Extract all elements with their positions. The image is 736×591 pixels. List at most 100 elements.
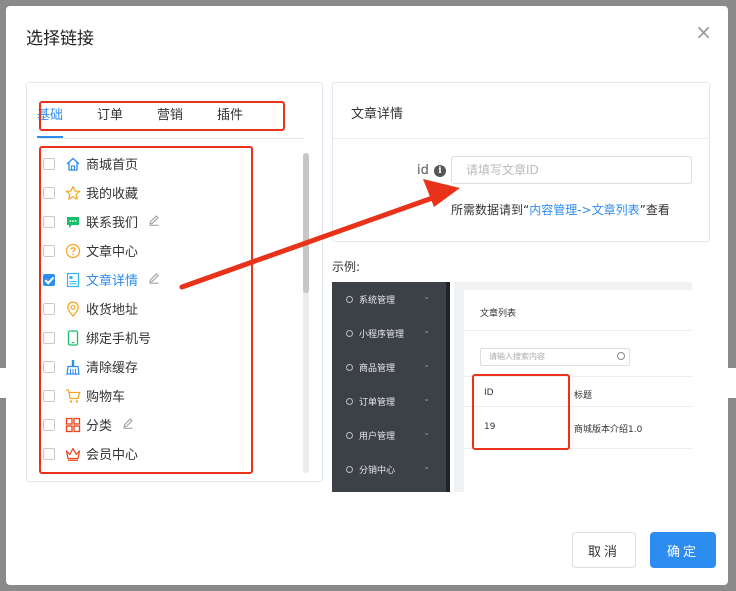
star-icon bbox=[64, 184, 82, 202]
location-icon bbox=[64, 300, 82, 318]
confirm-button[interactable]: 确定 bbox=[650, 532, 716, 568]
example-panel: 文章列表 请输入搜索内容 ID 标题 19 商城版本介绍1.0 bbox=[464, 290, 692, 492]
list-scrollbar[interactable] bbox=[303, 153, 309, 473]
example-nav-label: 小程序管理 bbox=[359, 329, 405, 340]
tabs-highlight-box bbox=[39, 101, 285, 131]
link-item-label: 绑定手机号 bbox=[86, 332, 152, 347]
example-nav-item: 商品管理 ⌄ bbox=[332, 350, 446, 384]
nav-bulb-icon bbox=[346, 397, 353, 405]
article-icon bbox=[64, 271, 82, 289]
link-item-label: 购物车 bbox=[86, 390, 126, 405]
example-nav-label: 用户管理 bbox=[359, 431, 396, 442]
hint-prefix: 所需数据请到“ bbox=[451, 203, 530, 217]
scrollbar-thumb[interactable] bbox=[303, 153, 309, 293]
example-nav-label: 订单管理 bbox=[359, 397, 396, 408]
nav-bulb-icon bbox=[346, 329, 353, 337]
example-cell-title: 商城版本介绍1.0 bbox=[574, 425, 643, 435]
link-item-label: 清除缓存 bbox=[86, 361, 139, 376]
link-checkbox[interactable] bbox=[43, 389, 55, 402]
example-sidebar: 系统管理 ⌄ 小程序管理 ⌄ 商品管理 ⌄ 订单管理 ⌄ 用户管理 ⌄ 分销中心 ⌄ bbox=[332, 282, 450, 492]
nav-bulb-icon bbox=[346, 295, 353, 303]
example-nav-item: 订单管理 ⌄ bbox=[332, 384, 446, 418]
info-icon[interactable]: i bbox=[434, 165, 446, 177]
cart-icon bbox=[64, 387, 82, 405]
link-item[interactable]: 会员中心 bbox=[43, 439, 288, 468]
link-item[interactable]: 文章详情 bbox=[43, 265, 288, 294]
broom-icon bbox=[64, 358, 82, 376]
link-item[interactable]: 购物车 bbox=[43, 381, 288, 410]
home-icon bbox=[64, 155, 82, 173]
link-item[interactable]: 分类 bbox=[43, 410, 288, 439]
chevron-down-icon: ⌄ bbox=[423, 360, 430, 369]
edit-icon[interactable] bbox=[122, 417, 134, 432]
link-list: 商城首页我的收藏联系我们文章中心文章详情收货地址绑定手机号清除缓存购物车分类会员… bbox=[43, 149, 288, 468]
data-source-hint: 所需数据请到“内容管理->文章列表”查看 bbox=[451, 201, 670, 218]
link-item-label: 收货地址 bbox=[86, 303, 139, 318]
link-item[interactable]: 文章中心 bbox=[43, 236, 288, 265]
nav-bulb-icon bbox=[346, 363, 353, 371]
dialog-title: 选择链接 bbox=[26, 29, 94, 49]
link-item[interactable]: 商城首页 bbox=[43, 149, 288, 178]
example-nav-item: 系统管理 ⌄ bbox=[332, 282, 446, 316]
search-icon bbox=[617, 352, 625, 360]
example-nav-item: 分销中心 ⌄ bbox=[332, 452, 446, 486]
link-checkbox[interactable] bbox=[43, 447, 55, 460]
question-icon bbox=[64, 242, 82, 260]
example-panel-title: 文章列表 bbox=[480, 309, 517, 319]
link-checkbox[interactable] bbox=[43, 273, 55, 286]
link-item[interactable]: 我的收藏 bbox=[43, 178, 288, 207]
chevron-down-icon: ⌄ bbox=[423, 394, 430, 403]
link-checkbox[interactable] bbox=[43, 418, 55, 431]
link-checkbox[interactable] bbox=[43, 244, 55, 257]
example-col-title: 标题 bbox=[574, 391, 593, 401]
close-icon[interactable]: × bbox=[695, 22, 712, 42]
example-screenshot: 系统管理 ⌄ 小程序管理 ⌄ 商品管理 ⌄ 订单管理 ⌄ 用户管理 ⌄ 分销中心 ⌄ 文章列表 请输入… bbox=[332, 282, 692, 492]
example-main: 文章列表 请输入搜索内容 ID 标题 19 商城版本介绍1.0 bbox=[454, 282, 692, 492]
link-item-label: 文章中心 bbox=[86, 245, 139, 260]
tabs-divider bbox=[39, 138, 305, 139]
link-checkbox[interactable] bbox=[43, 331, 55, 344]
link-checkbox[interactable] bbox=[43, 157, 55, 170]
nav-bulb-icon bbox=[346, 431, 353, 439]
chevron-down-icon: ⌄ bbox=[423, 462, 430, 471]
detail-divider bbox=[333, 138, 709, 139]
crown-icon bbox=[64, 445, 82, 463]
edit-icon[interactable] bbox=[148, 272, 160, 287]
link-item[interactable]: 收货地址 bbox=[43, 294, 288, 323]
link-item[interactable]: 绑定手机号 bbox=[43, 323, 288, 352]
link-checkbox[interactable] bbox=[43, 360, 55, 373]
link-item[interactable]: 联系我们 bbox=[43, 207, 288, 236]
link-item-label: 联系我们 bbox=[86, 216, 139, 231]
example-nav-label: 系统管理 bbox=[359, 295, 396, 306]
article-list-link[interactable]: 内容管理->文章列表 bbox=[529, 203, 639, 217]
link-item[interactable]: 清除缓存 bbox=[43, 352, 288, 381]
hint-suffix: ”查看 bbox=[639, 203, 670, 217]
phone-icon bbox=[64, 329, 82, 347]
link-checkbox[interactable] bbox=[43, 186, 55, 199]
nav-bulb-icon bbox=[346, 465, 353, 473]
select-link-dialog: 选择链接 × 基础 订单 营销 插件 商城首页 我的收藏 联系我们 文章中心 文章详情收… bbox=[6, 6, 728, 585]
link-checkbox[interactable] bbox=[43, 302, 55, 315]
cancel-button[interactable]: 取消 bbox=[572, 532, 636, 568]
id-input[interactable] bbox=[451, 156, 692, 184]
id-column-highlight-box bbox=[472, 374, 570, 450]
chevron-down-icon: ⌄ bbox=[423, 428, 430, 437]
link-item-label: 分类 bbox=[86, 419, 113, 434]
chevron-down-icon: ⌄ bbox=[423, 292, 430, 301]
link-item-label: 我的收藏 bbox=[86, 187, 139, 202]
example-search-placeholder: 请输入搜索内容 bbox=[489, 352, 545, 361]
chevron-down-icon: ⌄ bbox=[423, 326, 430, 335]
link-checkbox[interactable] bbox=[43, 215, 55, 228]
example-search-input: 请输入搜索内容 bbox=[480, 348, 630, 366]
example-nav-item: 小程序管理 ⌄ bbox=[332, 316, 446, 350]
chat-icon bbox=[64, 213, 82, 231]
link-detail-card: 文章详情 id i 所需数据请到“内容管理->文章列表”查看 bbox=[332, 82, 710, 242]
id-label: id bbox=[417, 163, 429, 178]
edit-icon[interactable] bbox=[148, 214, 160, 229]
example-label: 示例: bbox=[332, 260, 361, 274]
link-item-label: 商城首页 bbox=[86, 158, 139, 173]
link-category-panel: 基础 订单 营销 插件 商城首页 我的收藏 联系我们 文章中心 文章详情 收货地址 绑定手机… bbox=[26, 82, 323, 482]
example-nav-item: 用户管理 ⌄ bbox=[332, 418, 446, 452]
example-divider bbox=[464, 330, 692, 331]
example-nav-label: 商品管理 bbox=[359, 363, 396, 374]
